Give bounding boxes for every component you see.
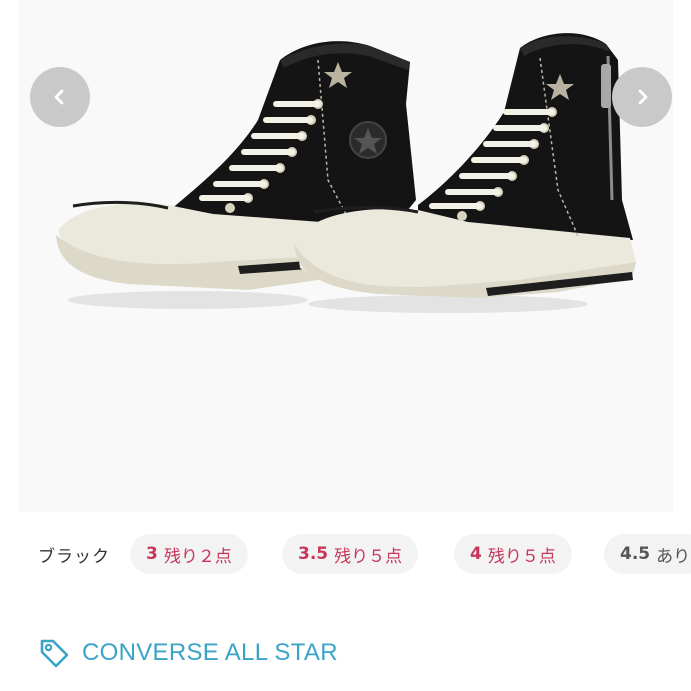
product-image — [56, 33, 636, 313]
size-chip-3[interactable]: 3 残り２点 — [130, 534, 248, 574]
gallery-prev-button[interactable] — [30, 67, 90, 127]
gallery-next-button[interactable] — [612, 67, 672, 127]
size-value: 4.5 — [620, 544, 651, 564]
size-selector: ブラック 3 残り２点 3.5 残り５点 4 残り５点 4.5 あり — [0, 530, 691, 578]
stock-text: 残り５点 — [487, 546, 556, 567]
size-chip-3-5[interactable]: 3.5 残り５点 — [282, 534, 419, 574]
brand-name: CONVERSE ALL STAR — [82, 639, 338, 666]
chevron-left-icon — [54, 89, 64, 105]
size-chip-4[interactable]: 4 残り５点 — [454, 534, 572, 574]
size-value: 4 — [470, 544, 482, 564]
tag-icon — [40, 639, 69, 668]
chevron-right-icon — [638, 89, 648, 105]
size-chip-4-5[interactable]: 4.5 あり — [604, 534, 691, 574]
stock-text: 残り２点 — [163, 546, 232, 567]
size-value: 3 — [146, 544, 158, 564]
brand-link[interactable]: CONVERSE ALL STAR — [38, 634, 338, 672]
stock-text: 残り５点 — [334, 546, 403, 567]
color-label: ブラック — [38, 547, 110, 567]
stock-text: あり — [656, 546, 691, 567]
size-value: 3.5 — [298, 544, 329, 564]
product-image-gallery[interactable] — [18, 0, 673, 512]
